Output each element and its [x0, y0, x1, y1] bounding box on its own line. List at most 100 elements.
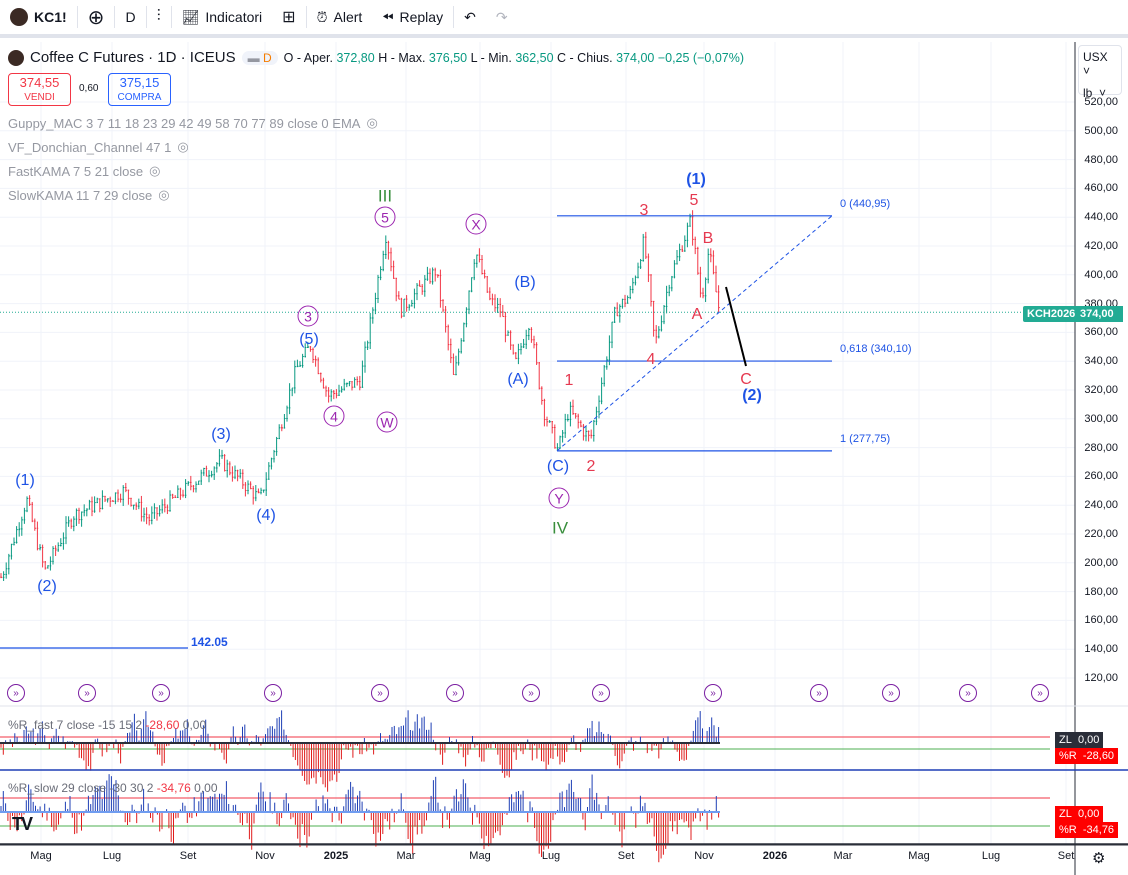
- indicator-legend-guppy[interactable]: Guppy_MAC 3 7 11 18 23 29 42 49 58 70 77…: [8, 115, 378, 131]
- eye-hidden-icon[interactable]: ◎: [177, 139, 188, 155]
- wave-label: 4: [646, 351, 656, 368]
- session-break-icon[interactable]: »: [882, 684, 900, 702]
- wave-label: III: [377, 186, 393, 206]
- wave-label: A: [691, 306, 703, 323]
- last-ticker-badge: KCH2026: [1023, 306, 1080, 322]
- ohlc-values: O - Aper. 372,80 H - Max. 376,50 L - Min…: [283, 50, 744, 65]
- wave-label: (3): [211, 426, 231, 443]
- horizontal-line-label: 142.05: [191, 635, 228, 649]
- tradingview-logo[interactable]: TV: [12, 814, 33, 835]
- sell-button[interactable]: 374,55 VENDI: [8, 73, 71, 106]
- wave-label-circled: Y: [548, 487, 570, 509]
- price-chart[interactable]: [0, 0, 1128, 875]
- eye-hidden-icon[interactable]: ◎: [149, 163, 160, 179]
- time-tick: Set: [617, 850, 635, 862]
- price-tick: 360,00: [1084, 326, 1118, 339]
- sell-price: 374,55: [19, 75, 60, 90]
- session-break-icon[interactable]: »: [592, 684, 610, 702]
- price-tick: 300,00: [1084, 412, 1118, 425]
- fib-level-0: 0 (440,95): [840, 198, 891, 210]
- session-break-icon[interactable]: »: [7, 684, 25, 702]
- wave-label-circled: 5: [374, 206, 396, 228]
- buy-button[interactable]: 375,15 COMPRA: [108, 73, 171, 106]
- time-tick: Nov: [694, 850, 714, 862]
- session-break-icon[interactable]: »: [371, 684, 389, 702]
- time-tick: Mag: [30, 850, 52, 862]
- session-break-icon[interactable]: »: [264, 684, 282, 702]
- projection-line: [725, 286, 747, 367]
- time-tick: Lug: [981, 850, 1001, 862]
- indicator-legend-slowkama[interactable]: SlowKAMA 11 7 29 close ◎: [8, 187, 170, 203]
- time-tick: Set: [1057, 850, 1075, 862]
- time-tick: 2026: [762, 850, 788, 862]
- price-tick: 120,00: [1084, 672, 1118, 684]
- wave-label-circled: W: [376, 411, 398, 433]
- price-tick: 200,00: [1084, 556, 1118, 569]
- session-break-icon[interactable]: »: [152, 684, 170, 702]
- wave-label: IV: [551, 518, 569, 538]
- spread: 0,60: [79, 83, 99, 94]
- indicator-legend-donchian[interactable]: VF_Donchian_Channel 47 1 ◎: [8, 139, 189, 155]
- price-tick: 260,00: [1084, 470, 1118, 483]
- wave-label: (5): [299, 331, 319, 348]
- price-tick: 180,00: [1084, 585, 1118, 598]
- wave-label: (1): [15, 472, 35, 489]
- session-break-icon[interactable]: »: [78, 684, 96, 702]
- currency-unit-selector[interactable]: USX ˅ lb ˅: [1078, 45, 1122, 100]
- price-tick: 240,00: [1084, 499, 1118, 512]
- price-tick: 520,00: [1084, 96, 1118, 108]
- session-break-icon[interactable]: »: [959, 684, 977, 702]
- price-tick: 220,00: [1084, 528, 1118, 540]
- wave-label: 2: [586, 458, 596, 475]
- session-break-icon[interactable]: »: [1031, 684, 1049, 702]
- price-tick: 500,00: [1084, 124, 1118, 137]
- osc1-zl-badge: ZL 0,00: [1055, 732, 1104, 748]
- wave-label: (2): [37, 578, 57, 595]
- time-tick: Nov: [255, 850, 275, 862]
- price-tick: 140,00: [1084, 643, 1118, 656]
- wave-label-circled: 4: [323, 405, 345, 427]
- wave-label: 5: [689, 192, 699, 209]
- session-break-icon[interactable]: »: [810, 684, 828, 702]
- session-break-icon[interactable]: »: [522, 684, 540, 702]
- time-tick: Lug: [541, 850, 561, 862]
- data-badge: ▬ D: [241, 50, 278, 65]
- fib-level-618: 0,618 (340,10): [840, 343, 912, 355]
- price-tick: 160,00: [1084, 614, 1118, 627]
- osc2-legend[interactable]: %R_slow 29 close -30 30 2 -34,76 0,00: [8, 781, 218, 795]
- session-break-icon[interactable]: »: [446, 684, 464, 702]
- buy-price: 375,15: [119, 75, 160, 90]
- wave-label: 1: [564, 372, 574, 389]
- time-tick: Mar: [833, 850, 853, 862]
- time-tick: Set: [179, 850, 197, 862]
- last-price-badge: 374,00: [1076, 306, 1123, 322]
- currency-select[interactable]: USX ˅: [1083, 50, 1117, 78]
- wave-label-circled: X: [465, 213, 487, 235]
- price-tick: 440,00: [1084, 211, 1118, 224]
- fib-trend-line: [556, 215, 833, 452]
- price-tick: 400,00: [1084, 268, 1118, 281]
- price-tick: 460,00: [1084, 182, 1118, 195]
- eye-hidden-icon[interactable]: ◎: [158, 187, 169, 203]
- time-tick: Mar: [396, 850, 416, 862]
- time-tick: Mag: [469, 850, 491, 862]
- wave-label: C: [740, 371, 752, 388]
- wave-label: (4): [256, 507, 276, 524]
- price-tick: 480,00: [1084, 153, 1118, 166]
- eye-hidden-icon[interactable]: ◎: [366, 115, 377, 131]
- buy-label: COMPRA: [117, 92, 162, 103]
- price-tick: 320,00: [1084, 384, 1118, 396]
- settings-gear-icon[interactable]: ⚙: [1092, 849, 1105, 867]
- wave-label: 3: [639, 202, 649, 219]
- price-tick: 280,00: [1084, 441, 1118, 454]
- session-break-icon[interactable]: »: [704, 684, 722, 702]
- price-tick: 420,00: [1084, 240, 1118, 252]
- indicator-legend-fastkama[interactable]: FastKAMA 7 5 21 close ◎: [8, 163, 160, 179]
- wave-label: (A): [507, 371, 529, 388]
- fib-level-1: 1 (277,75): [840, 433, 891, 445]
- wave-label: (2): [742, 387, 762, 404]
- osc1-legend[interactable]: %R_fast 7 close -15 15 2 -28,60 0,00: [8, 718, 206, 732]
- price-tick: 340,00: [1084, 355, 1118, 368]
- osc2-r-badge: %R -34,76: [1055, 822, 1119, 838]
- osc1-r-badge: %R -28,60: [1055, 748, 1119, 764]
